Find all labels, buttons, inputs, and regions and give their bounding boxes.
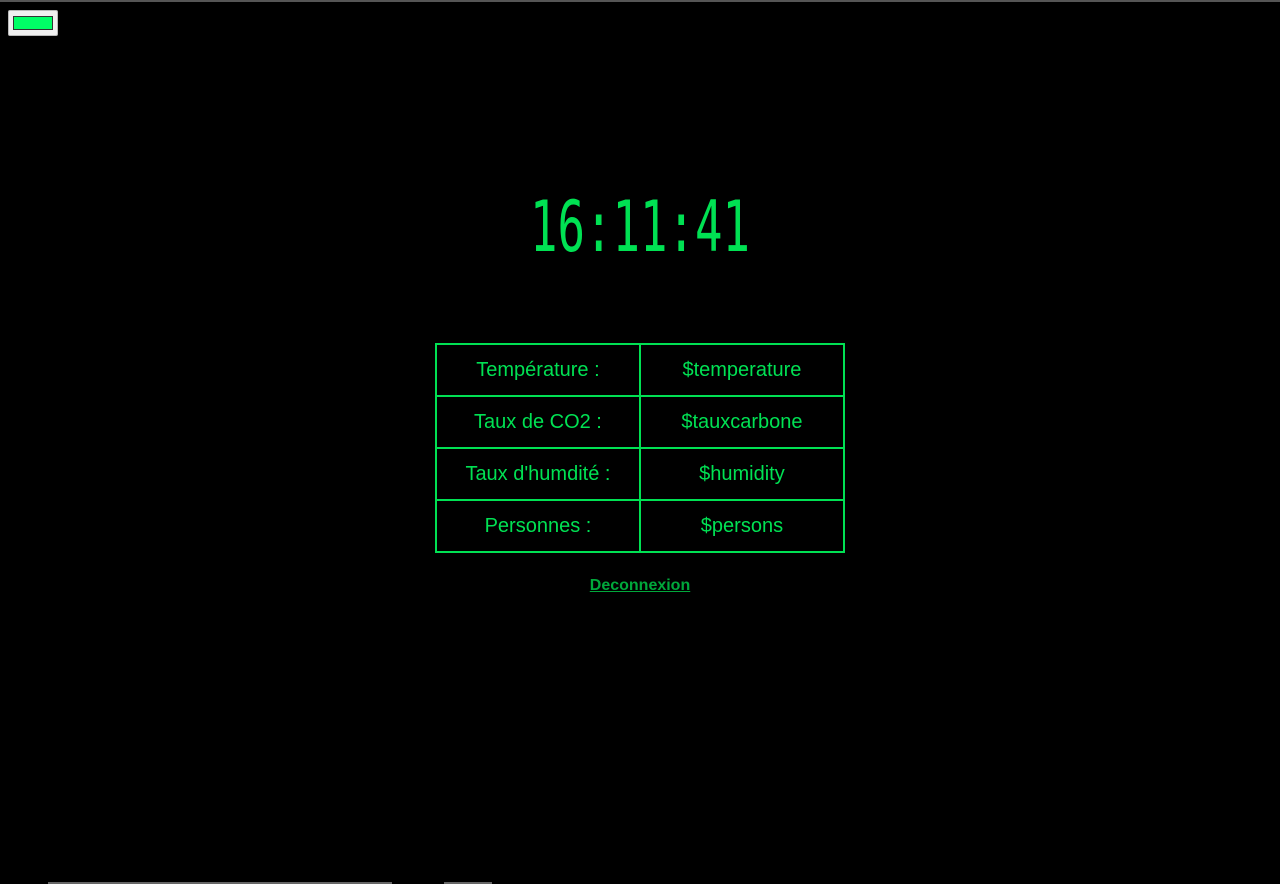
logout-link[interactable]: Deconnexion [590,577,690,594]
persons-value: $persons [638,499,846,553]
clock-display: 16:11:41 [530,186,750,262]
humidity-label: Taux d'humdité : [435,447,641,501]
digital-clock: 16:11:41 [0,182,1280,262]
co2-value: $tauxcarbone [638,395,846,449]
temperature-label: Température : [435,343,641,397]
sensor-table: Température : $temperature Taux de CO2 :… [435,343,846,553]
sensor-row-temperature: Température : $temperature [435,343,846,397]
humidity-value: $humidity [638,447,846,501]
temperature-value: $temperature [638,343,846,397]
persons-label: Personnes : [435,499,641,553]
sensor-row-co2: Taux de CO2 : $tauxcarbone [435,395,846,449]
color-theme-button[interactable] [8,10,58,36]
color-swatch-icon [13,16,53,30]
logout-container: Deconnexion [0,577,1280,595]
sensor-row-persons: Personnes : $persons [435,499,846,553]
co2-label: Taux de CO2 : [435,395,641,449]
sensor-row-humidity: Taux d'humdité : $humidity [435,447,846,501]
window-top-border [0,0,1280,2]
clock-time: 16:11:41 [530,186,750,262]
